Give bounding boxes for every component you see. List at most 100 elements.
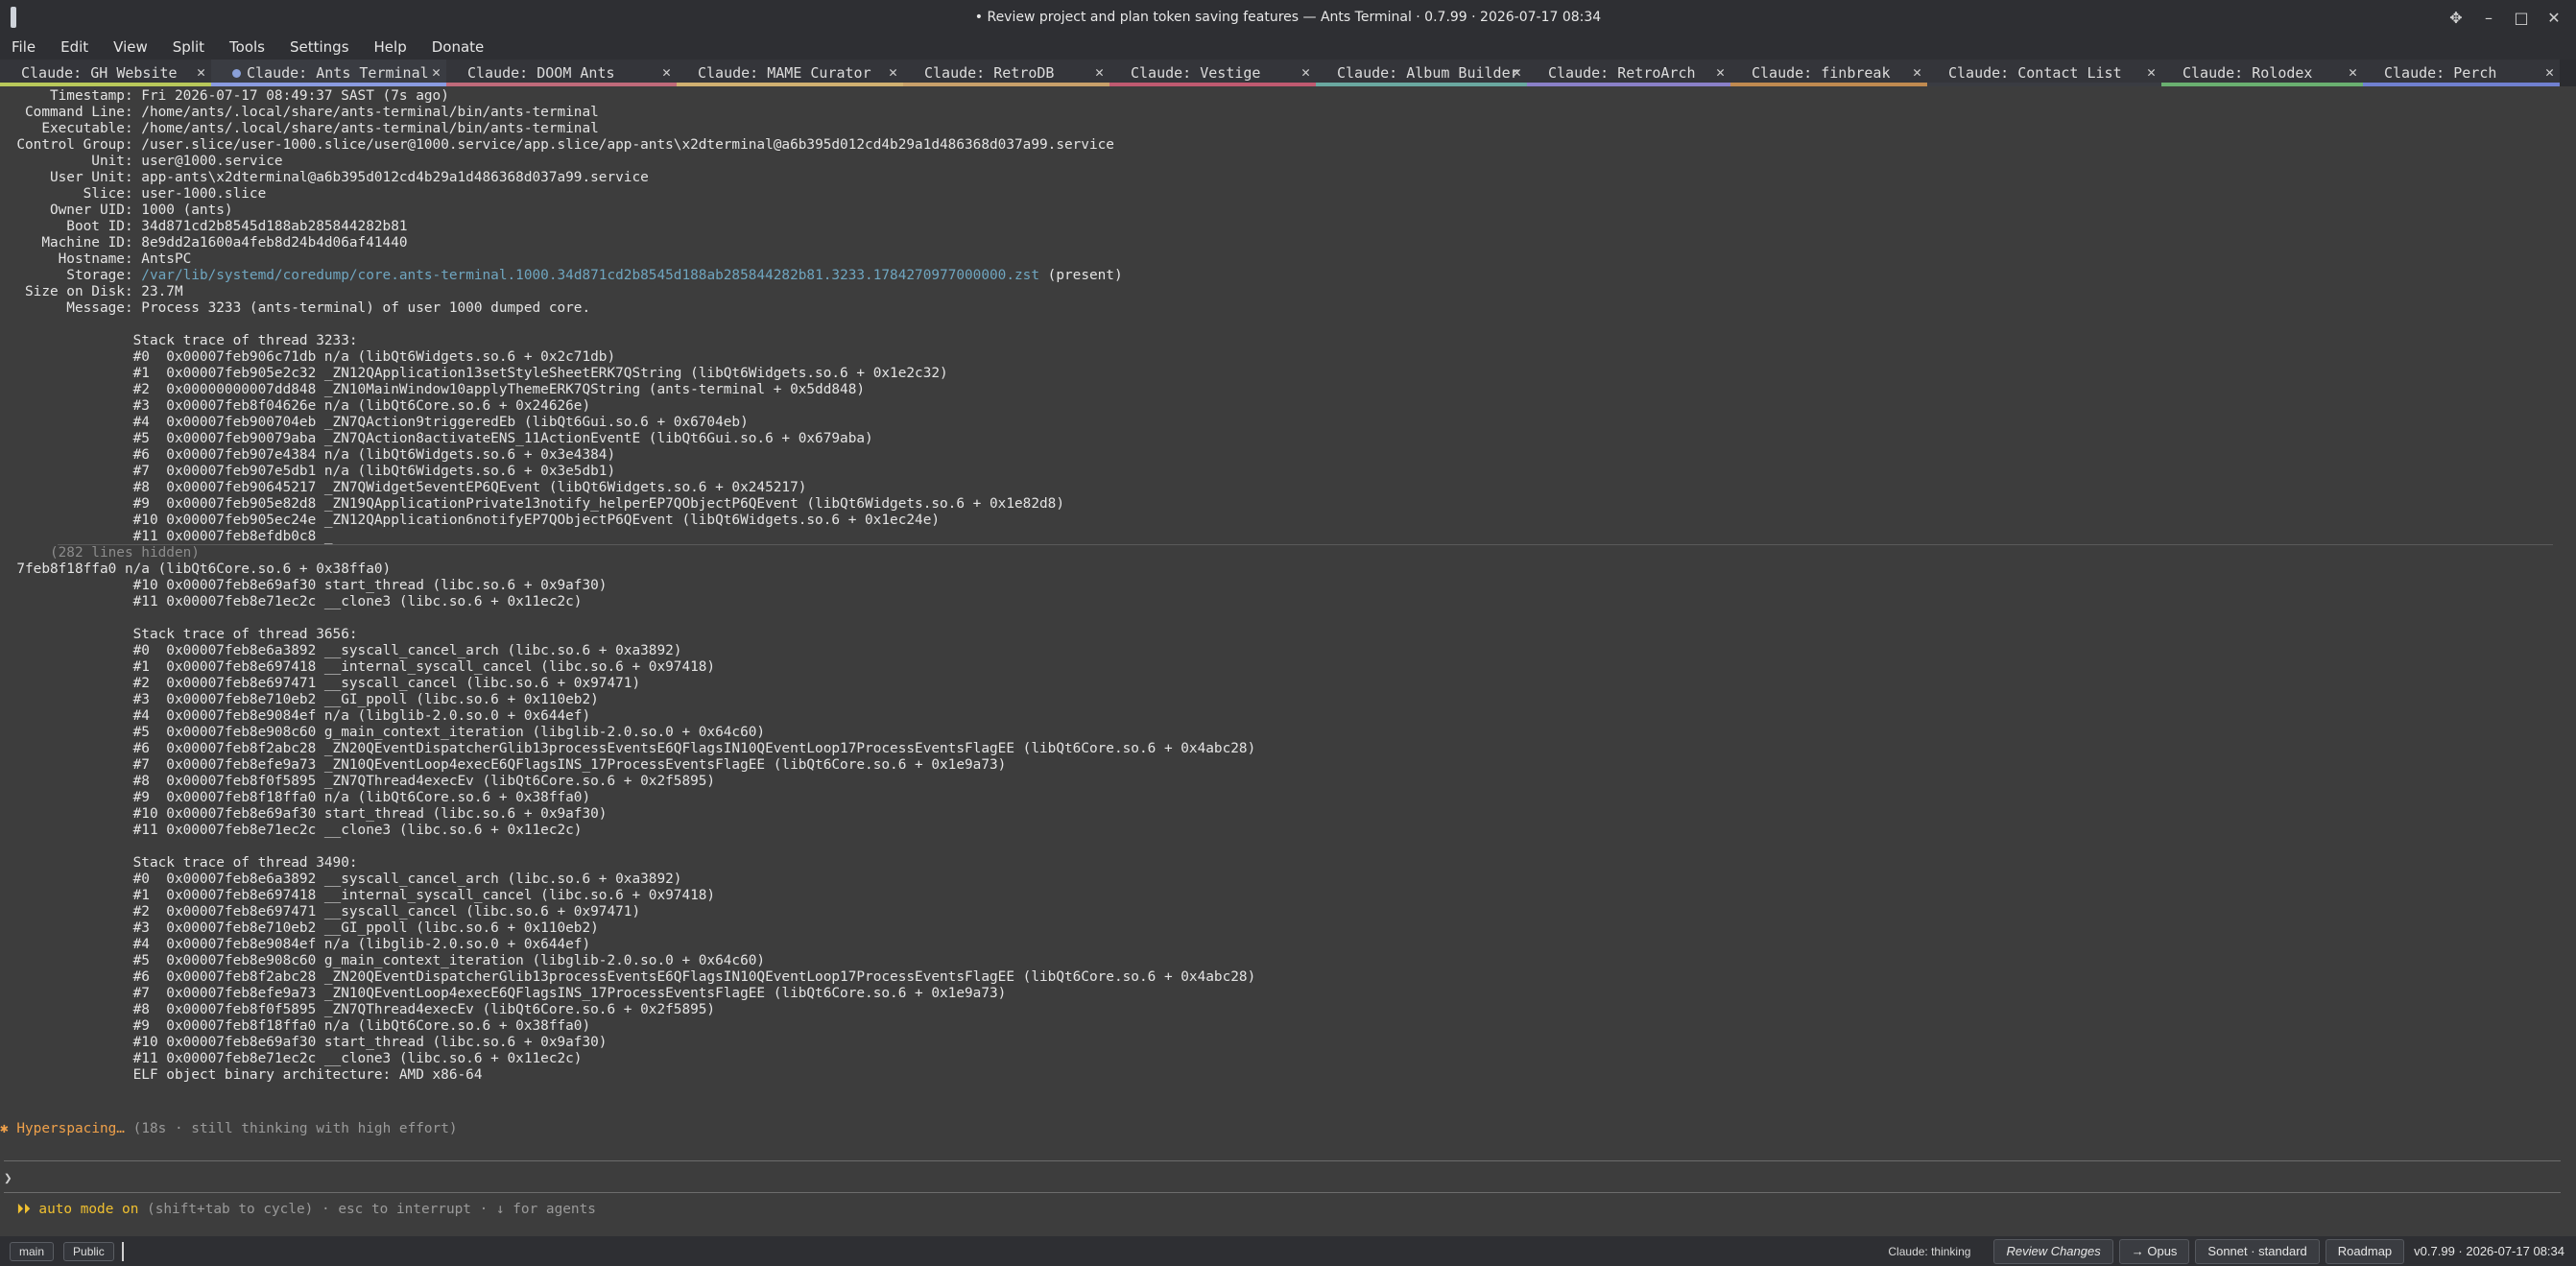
tab-color-bar xyxy=(446,83,677,86)
coredump-field: Boot ID: 34d871cd2b8545d188ab285844282b8… xyxy=(0,219,2576,235)
field-key: Machine ID: xyxy=(0,235,133,251)
menu-settings[interactable]: Settings xyxy=(286,38,353,56)
stack-frame: #8 0x00007feb90645217 _ZN7QWidget5eventE… xyxy=(0,480,807,495)
terminal-scrollbar[interactable] xyxy=(2564,88,2570,1106)
menu-file[interactable]: File xyxy=(8,38,39,56)
move-icon[interactable]: ✥ xyxy=(2440,9,2472,27)
field-key: Command Line: xyxy=(0,105,133,120)
tab-color-bar xyxy=(1316,83,1527,86)
stack-frame: #5 0x00007feb8e908c60 g_main_context_ite… xyxy=(0,725,766,740)
tab-close-icon[interactable]: ✕ xyxy=(1301,63,1310,81)
tab-vestige[interactable]: Claude: Vestige ✕ xyxy=(1109,60,1316,86)
field-key: Boot ID: xyxy=(0,219,133,234)
window-controls: ✥ – □ ✕ xyxy=(2440,0,2570,35)
coredump-field: Timestamp: Fri 2026-07-17 08:49:37 SAST … xyxy=(0,88,2576,105)
tab-color-bar xyxy=(1730,83,1927,86)
stack-frame: #7 0x00007feb8efe9a73 _ZN10QEventLoop4ex… xyxy=(0,757,1007,773)
stack-frame: #4 0x00007feb8e9084ef n/a (libglib-2.0.s… xyxy=(0,937,591,952)
menu-tools[interactable]: Tools xyxy=(226,38,269,56)
menu-edit[interactable]: Edit xyxy=(57,38,92,56)
sonnet-button[interactable]: Sonnet · standard xyxy=(2195,1238,2320,1264)
tab-gh-website[interactable]: Claude: GH Website ✕ xyxy=(0,60,211,86)
tab-close-icon[interactable]: ✕ xyxy=(1513,63,1521,81)
prompt-input[interactable]: ❯ xyxy=(4,1169,12,1188)
tab-color-bar xyxy=(1527,83,1730,86)
stack-frame: #0 0x00007feb8e6a3892 __syscall_cancel_a… xyxy=(0,643,682,658)
tab-color-bar xyxy=(903,83,1109,86)
menu-view[interactable]: View xyxy=(109,38,152,56)
menu-help[interactable]: Help xyxy=(370,38,411,56)
branch-badge[interactable]: main xyxy=(10,1241,55,1261)
stack-frame: #6 0x00007feb8f2abc28 _ZN20QEventDispatc… xyxy=(0,741,1256,756)
field-key: Unit: xyxy=(0,154,133,169)
auto-mode-icon: ⏵⏵ xyxy=(16,1202,31,1217)
input-top-divider xyxy=(4,1160,2561,1161)
tab-color-bar xyxy=(0,83,211,86)
stack-frame: #4 0x00007feb900704eb _ZN7QAction9trigge… xyxy=(0,415,749,430)
field-value: user-1000.slice xyxy=(132,186,267,202)
tab-close-icon[interactable]: ✕ xyxy=(1095,63,1104,81)
stack-frame xyxy=(0,610,2576,627)
tab-label: Claude: MAME Curator xyxy=(698,64,871,82)
tab-close-icon[interactable]: ✕ xyxy=(2545,63,2554,81)
menu-donate[interactable]: Donate xyxy=(428,38,489,56)
opus-button[interactable]: → Opus xyxy=(2118,1238,2190,1264)
tab-label: Claude: Ants Terminal xyxy=(247,64,429,82)
stack-frame: #7 0x00007feb907e5db1 n/a (libQt6Widgets… xyxy=(0,464,616,479)
tab-mame-curator[interactable]: Claude: MAME Curator ✕ xyxy=(677,60,903,86)
tab-close-icon[interactable]: ✕ xyxy=(1913,63,1921,81)
tab-close-icon[interactable]: ✕ xyxy=(662,63,671,81)
tab-doom-ants[interactable]: Claude: DOOM Ants ✕ xyxy=(446,60,677,86)
coredump-size: Size on Disk: 23.7M xyxy=(0,284,183,299)
terminal-output[interactable]: Timestamp: Fri 2026-07-17 08:49:37 SAST … xyxy=(0,88,2576,1106)
tab-retroarch[interactable]: Claude: RetroArch ✕ xyxy=(1527,60,1730,86)
claude-state: Claude: thinking xyxy=(1888,1244,1971,1258)
tab-ants-terminal[interactable]: Claude: Ants Terminal ✕ xyxy=(211,60,446,86)
minimize-button[interactable]: – xyxy=(2472,9,2505,27)
field-value: 8e9dd2a1600a4feb8d24b4d06af41440 xyxy=(132,235,408,251)
tab-close-icon[interactable]: ✕ xyxy=(1716,63,1725,81)
stack-frame: #11 0x00007feb8e71ec2c __clone3 (libc.so… xyxy=(0,1051,583,1066)
tab-close-icon[interactable]: ✕ xyxy=(2349,63,2357,81)
activity-dot-icon xyxy=(232,68,241,78)
tab-color-bar xyxy=(677,83,903,86)
thinking-label: Hyperspacing… xyxy=(16,1121,125,1136)
tab-rolodex[interactable]: Claude: Rolodex ✕ xyxy=(2161,60,2363,86)
coredump-message: Message: Process 3233 (ants-terminal) of… xyxy=(0,300,591,316)
review-changes-button[interactable]: Review Changes xyxy=(1993,1238,2113,1264)
thinking-status: ✱ Hyperspacing… (18s · still thinking wi… xyxy=(0,1119,2576,1138)
tab-retrodb[interactable]: Claude: RetroDB ✕ xyxy=(903,60,1109,86)
field-key: Timestamp: xyxy=(0,88,133,104)
tab-close-icon[interactable]: ✕ xyxy=(2147,63,2156,81)
coredump-field: User Unit: app-ants\x2dterminal@a6b395d0… xyxy=(0,170,2576,186)
storage-link[interactable]: /var/lib/systemd/coredump/core.ants-term… xyxy=(141,268,1039,283)
tab-label: Claude: Perch xyxy=(2384,64,2497,82)
tab-perch[interactable]: Claude: Perch ✕ xyxy=(2363,60,2560,86)
visibility-badge[interactable]: Public xyxy=(63,1241,114,1261)
auto-mode-status: ⏵⏵ auto mode on (shift+tab to cycle) · e… xyxy=(0,1200,596,1219)
tab-label: Claude: Vestige xyxy=(1131,64,1261,82)
roadmap-button[interactable]: Roadmap xyxy=(2325,1238,2405,1264)
fold-separator xyxy=(58,544,2553,545)
stack-frame: #10 0x00007feb8e69af30 start_thread (lib… xyxy=(0,578,608,593)
tab-close-icon[interactable]: ✕ xyxy=(889,63,897,81)
close-button[interactable]: ✕ xyxy=(2538,9,2570,27)
tab-contact-list[interactable]: Claude: Contact List ✕ xyxy=(1927,60,2161,86)
tab-label: Claude: Contact List xyxy=(1948,64,2122,82)
stack-frame: 7feb8f18ffa0 n/a (libQt6Core.so.6 + 0x38… xyxy=(0,561,392,577)
tab-label: Claude: RetroArch xyxy=(1548,64,1696,82)
tab-close-icon[interactable]: ✕ xyxy=(197,63,205,81)
maximize-button[interactable]: □ xyxy=(2505,9,2538,27)
stack-frame: #11 0x00007feb8e71ec2c __clone3 (libc.so… xyxy=(0,594,583,609)
stack-frame: #11 0x00007feb8e71ec2c __clone3 (libc.so… xyxy=(0,823,583,838)
auto-mode-hint: (shift+tab to cycle) · esc to interrupt … xyxy=(147,1202,596,1217)
tab-close-icon[interactable]: ✕ xyxy=(432,63,441,81)
field-key: Control Group: xyxy=(0,137,133,153)
coredump-field: Unit: user@1000.service xyxy=(0,154,2576,170)
tab-album-builder[interactable]: Claude: Album Builder ✕ xyxy=(1316,60,1527,86)
tab-finbreak[interactable]: Claude: finbreak ✕ xyxy=(1730,60,1927,86)
hidden-lines-fold[interactable]: (282 lines hidden) xyxy=(0,545,2576,561)
menu-split[interactable]: Split xyxy=(169,38,208,56)
coredump-field: Control Group: /user.slice/user-1000.sli… xyxy=(0,137,2576,154)
